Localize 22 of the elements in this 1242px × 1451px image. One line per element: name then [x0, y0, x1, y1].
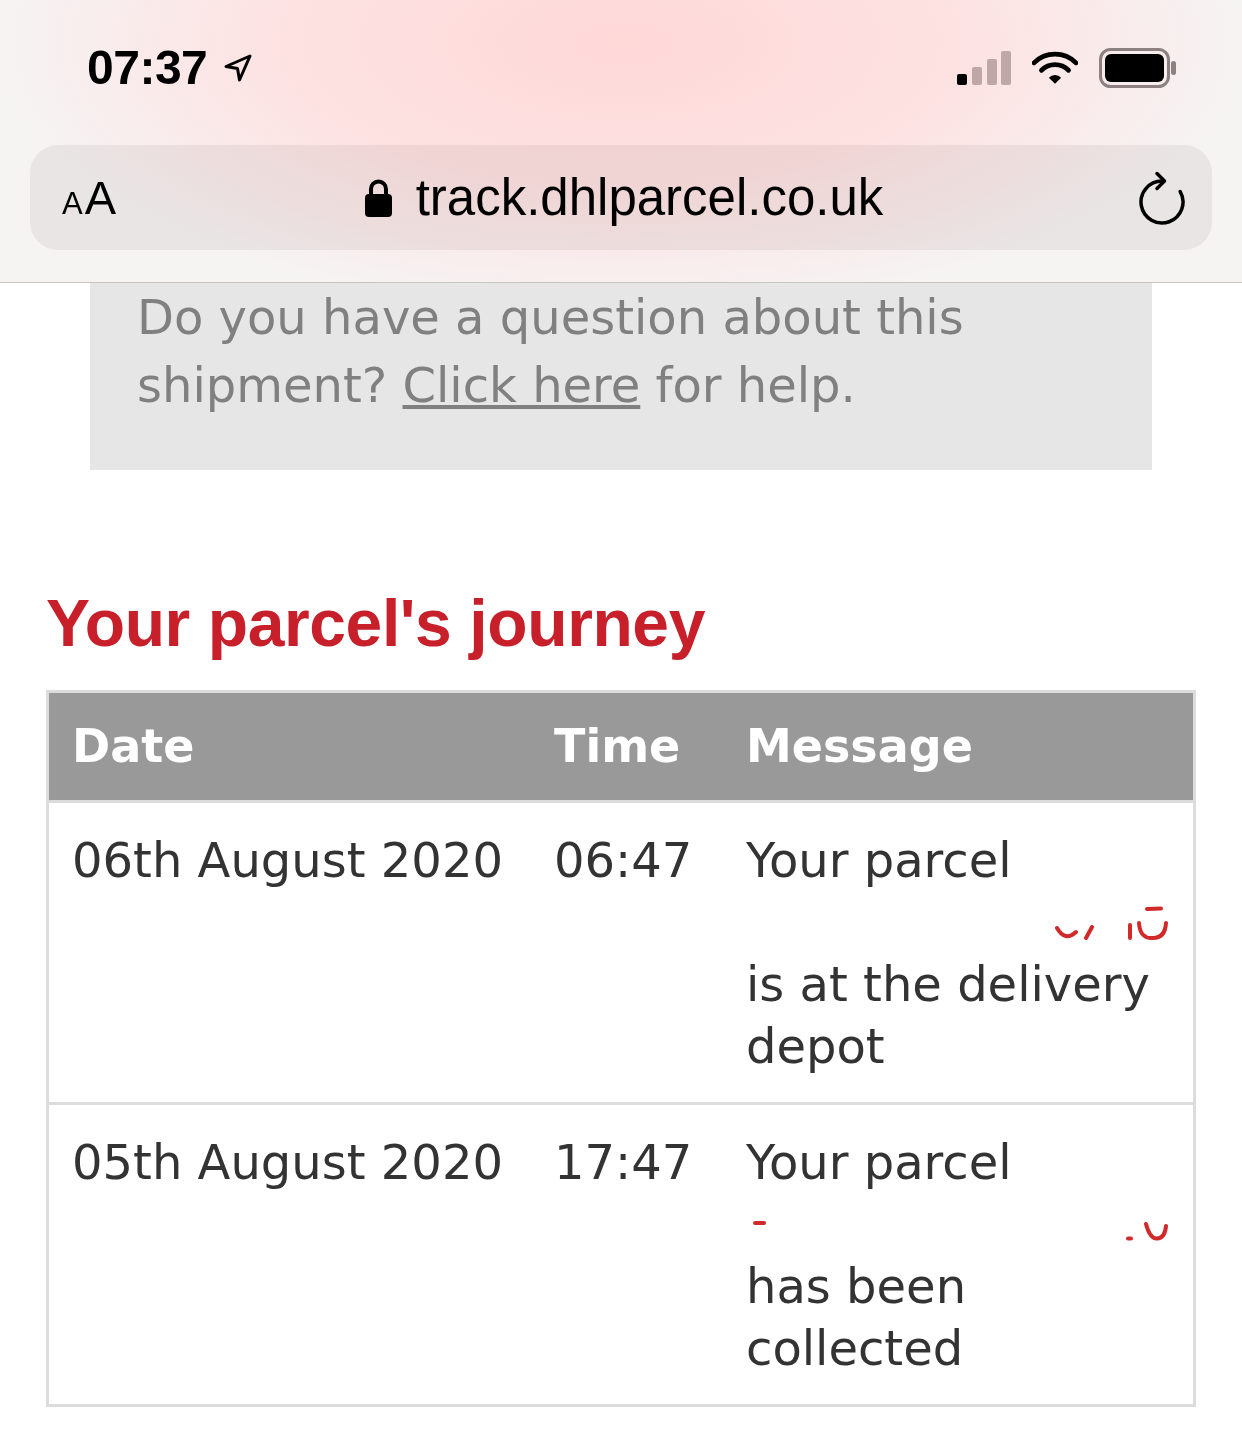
time-text: 17:47 [554, 1133, 693, 1192]
time-text: 06:47 [554, 831, 693, 890]
section-heading: Your parcel's journey [46, 585, 705, 662]
wifi-icon [1032, 50, 1078, 85]
battery-icon [1099, 47, 1177, 88]
text-size-button[interactable]: AA [62, 174, 117, 221]
message-text: Your parcel [746, 831, 1012, 890]
column-heading: Date [72, 718, 195, 775]
status-time: 07:37 [87, 39, 208, 96]
address-bar[interactable]: AA track.dhlparcel.co.uk [30, 145, 1212, 250]
message-text: has been collected [746, 1257, 968, 1378]
message-text: is at the delivery depot [746, 955, 1151, 1076]
date-text: 05th August 2020 [72, 1133, 503, 1192]
column-heading: Message [746, 718, 973, 775]
help-text: Do you have a question about this shipment? Click here for help. [137, 288, 965, 415]
column-heading: Time [554, 718, 681, 775]
url-text[interactable]: track.dhlparcel.co.uk [415, 167, 884, 228]
signal-icon [957, 50, 1011, 85]
message-text: Your parcel [746, 1133, 1012, 1192]
location-arrow-icon [223, 52, 254, 83]
reload-icon[interactable] [1138, 170, 1186, 225]
date-text: 06th August 2020 [72, 831, 503, 890]
